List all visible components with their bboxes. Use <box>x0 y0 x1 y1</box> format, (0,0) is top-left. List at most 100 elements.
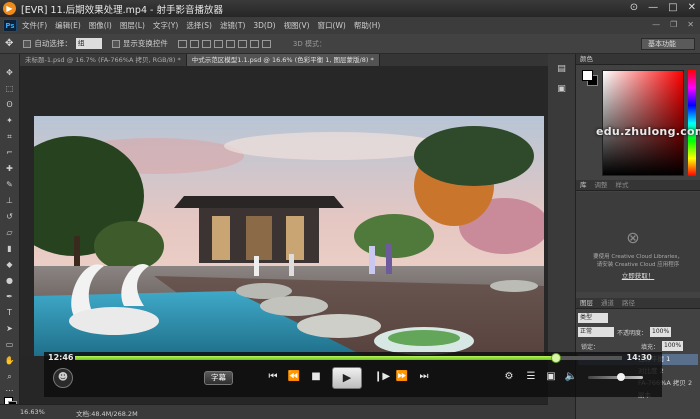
color-picker-field[interactable] <box>602 70 684 176</box>
menu-type[interactable]: 文字(Y) <box>153 20 178 31</box>
tab-untitled[interactable]: 未标题-1.psd @ 16.7% (FA-766%A 拷贝, RGB/8) * <box>20 54 187 66</box>
show-transform-label: 显示变换控件 <box>122 39 168 48</box>
eraser-icon[interactable]: ▱ <box>4 228 15 237</box>
align-center-icon[interactable] <box>225 39 235 48</box>
user-avatar-icon[interactable]: ☻ <box>53 368 73 388</box>
watermark-text: edu.zhulong.com <box>596 125 700 138</box>
gradient-icon[interactable]: ▮ <box>4 244 15 253</box>
menu-image[interactable]: 图像(I) <box>89 20 112 31</box>
seek-bar[interactable] <box>75 353 622 363</box>
minimize-icon[interactable]: — <box>648 2 658 13</box>
tab-paths[interactable]: 路径 <box>622 298 635 308</box>
ps-close-icon[interactable]: ✕ <box>687 20 694 29</box>
current-time: 12:46 <box>48 353 74 362</box>
fast-forward-icon[interactable]: ⏩ <box>395 371 409 382</box>
show-transform-checkbox[interactable] <box>111 39 120 48</box>
layer-kind-filter[interactable]: 类型 <box>578 313 608 323</box>
stop-icon[interactable]: ■ <box>310 371 322 382</box>
volume-slider[interactable] <box>588 373 643 381</box>
player-logo-icon[interactable]: ▶ <box>3 2 16 15</box>
speaker-icon[interactable]: 🔈 <box>564 371 578 382</box>
zoom-level[interactable]: 16.63% <box>20 408 45 416</box>
move-icon[interactable]: ✥ <box>4 68 15 77</box>
blend-mode-select[interactable]: 正常 <box>578 327 614 337</box>
auto-select-dropdown[interactable]: 组 <box>75 38 102 49</box>
menu-window[interactable]: 窗口(W) <box>318 20 346 31</box>
type-tool-icon[interactable]: T <box>4 308 15 317</box>
auto-select-checkbox[interactable] <box>23 39 32 48</box>
document-size[interactable]: 文档:48.4M/268.2M <box>76 408 138 418</box>
tools-panel: ✥ ⬚ ʘ ✦ ⌗ ⌐ ✚ ✎ ⊥ ↺ ▱ ▮ ◆ ● ✒ T ➤ ▭ ✋ ⌕ … <box>0 54 20 419</box>
rewind-icon[interactable]: ⏪ <box>287 371 301 382</box>
skip-start-icon[interactable]: ⏮ <box>266 371 280 382</box>
dodge-icon[interactable]: ● <box>4 276 15 285</box>
volume-handle[interactable] <box>617 373 625 381</box>
maximize-icon[interactable]: □ <box>668 2 677 13</box>
cc-get-now-link[interactable]: 立即获取！ <box>580 270 696 280</box>
tab-adjustments[interactable]: 调整 <box>595 180 608 190</box>
align-middle-icon[interactable] <box>189 39 199 48</box>
color-panel-tab[interactable]: 颜色 <box>576 54 700 65</box>
hue-slider[interactable] <box>688 70 696 176</box>
3d-mode-label: 3D 模式： <box>292 39 326 48</box>
tab-library[interactable]: 库 <box>580 180 587 190</box>
menu-edit[interactable]: 编辑(E) <box>55 20 81 31</box>
seek-handle[interactable] <box>551 353 562 363</box>
distribute-2-icon[interactable] <box>261 39 271 48</box>
menu-file[interactable]: 文件(F) <box>22 20 47 31</box>
move-tool-icon[interactable]: ✥ <box>5 38 13 49</box>
tab-layers[interactable]: 图层 <box>580 298 593 308</box>
skip-end-icon[interactable]: ⏭ <box>417 371 431 382</box>
shape-icon[interactable]: ▭ <box>4 340 15 349</box>
ps-minimize-icon[interactable]: — <box>652 20 660 29</box>
workspace-dropdown[interactable]: 基本功能 <box>641 38 695 50</box>
lasso-icon[interactable]: ʘ <box>4 100 15 109</box>
align-left-icon[interactable] <box>213 39 223 48</box>
close-icon[interactable]: ✕ <box>688 2 696 13</box>
hand-icon[interactable]: ✋ <box>4 356 15 365</box>
distribute-icon[interactable] <box>249 39 259 48</box>
landscape-render-illustration <box>34 116 544 356</box>
menu-help[interactable]: 帮助(H) <box>354 20 381 31</box>
menu-filter[interactable]: 滤镜(T) <box>220 20 245 31</box>
panel-foreground-swatch[interactable] <box>582 70 593 81</box>
path-select-icon[interactable]: ➤ <box>4 324 15 333</box>
tab-channels[interactable]: 通道 <box>601 298 614 308</box>
properties-panel-icon[interactable]: ▣ <box>555 84 568 95</box>
marquee-icon[interactable]: ⬚ <box>4 84 15 93</box>
fill-input[interactable]: 100% <box>662 341 684 351</box>
brush-icon[interactable]: ✎ <box>4 180 15 189</box>
opacity-input[interactable]: 100% <box>650 327 672 337</box>
align-bottom-icon[interactable] <box>201 39 211 48</box>
align-top-icon[interactable] <box>177 39 187 48</box>
menu-3d[interactable]: 3D(D) <box>253 21 275 30</box>
options-bar: ✥ 自动选择： 组 显示变换控件 3D 模式： 基本功能 <box>0 34 700 54</box>
more-tools-icon[interactable]: … <box>4 384 15 393</box>
subtitle-button[interactable]: 字幕 <box>204 371 233 385</box>
menu-view[interactable]: 视图(V) <box>284 20 310 31</box>
pin-icon[interactable]: ⊙ <box>630 2 638 13</box>
play-button[interactable]: ▶ <box>332 367 362 389</box>
playlist-icon[interactable]: ☰ <box>524 371 538 382</box>
eyedropper-icon[interactable]: ⌐ <box>4 148 15 157</box>
blur-icon[interactable]: ◆ <box>4 260 15 269</box>
ps-restore-icon[interactable]: ❐ <box>670 20 677 29</box>
stamp-icon[interactable]: ⊥ <box>4 196 15 205</box>
tab-model[interactable]: 中式示范区模型1.1.psd @ 16.6% (色彩平衡 1, 图层蒙版/8) … <box>186 54 380 66</box>
cc-message-1: 要使用 Creative Cloud Libraries， <box>593 254 683 260</box>
canvas-area[interactable] <box>20 66 548 356</box>
crop-icon[interactable]: ⌗ <box>4 132 15 141</box>
magic-wand-icon[interactable]: ✦ <box>4 116 15 125</box>
menu-select[interactable]: 选择(S) <box>186 20 212 31</box>
screenshot-icon[interactable]: ▣ <box>544 371 558 382</box>
settings-icon[interactable]: ⚙ <box>502 371 516 382</box>
zoom-icon[interactable]: ⌕ <box>4 372 15 381</box>
frame-step-icon[interactable]: ❙▶ <box>374 371 390 382</box>
menu-layer[interactable]: 图层(L) <box>120 20 145 31</box>
tab-styles[interactable]: 样式 <box>616 180 629 190</box>
align-right-icon[interactable] <box>237 39 247 48</box>
healing-icon[interactable]: ✚ <box>4 164 15 173</box>
history-panel-icon[interactable]: ▤ <box>555 64 568 75</box>
pen-icon[interactable]: ✒ <box>4 292 15 301</box>
history-brush-icon[interactable]: ↺ <box>4 212 15 221</box>
